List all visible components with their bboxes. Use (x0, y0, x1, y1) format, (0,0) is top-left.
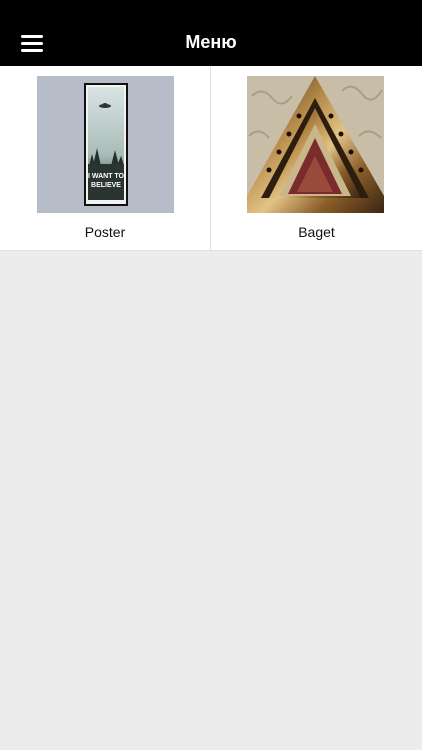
category-label-baget: Baget (298, 224, 335, 240)
poster-image-text-1: I WANT TO (88, 173, 125, 180)
baget-thumbnail (247, 76, 384, 213)
category-label-poster: Poster (84, 224, 126, 240)
page-title: Меню (185, 32, 237, 52)
poster-image-text-2: BELIEVE (91, 182, 121, 189)
poster-thumbnail: I WANT TO BELIEVE (37, 76, 174, 213)
app-header: Меню (0, 0, 422, 66)
category-item-poster[interactable]: I WANT TO BELIEVE Poster (0, 66, 211, 250)
category-item-baget[interactable]: Baget (211, 66, 422, 250)
category-grid: I WANT TO BELIEVE Poster Baget (0, 66, 422, 251)
